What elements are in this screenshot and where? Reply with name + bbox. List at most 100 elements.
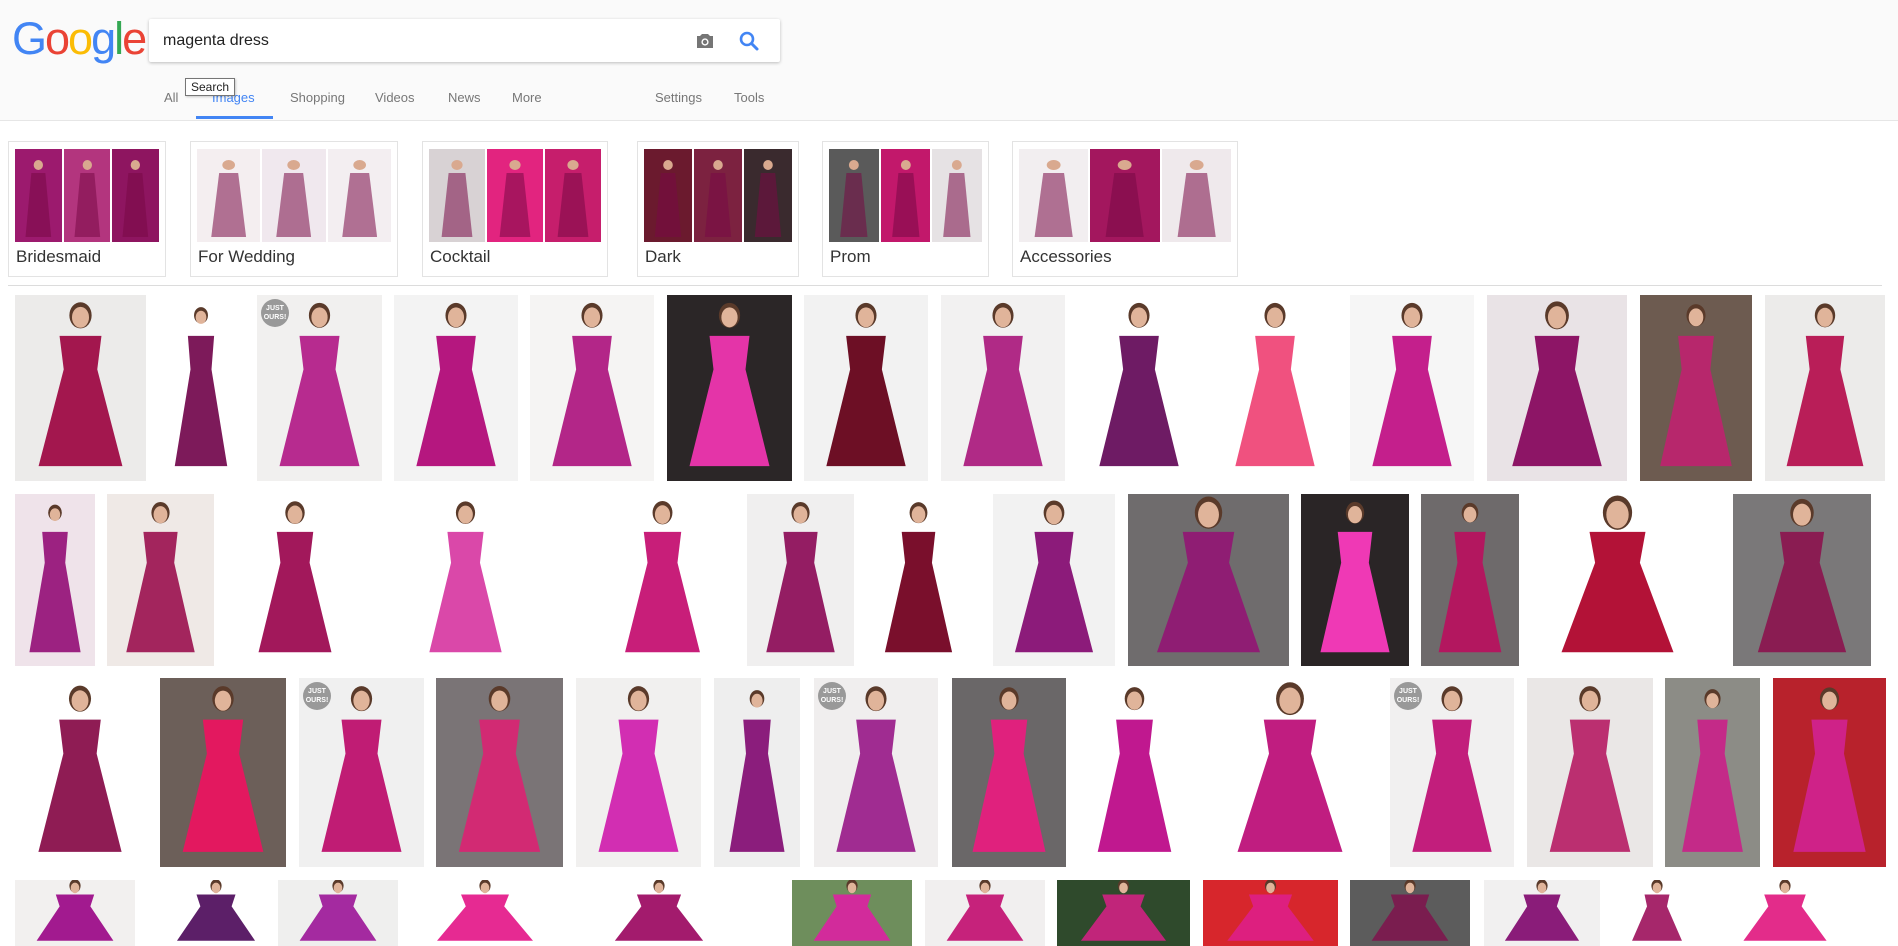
image-result[interactable] [993,494,1115,666]
dress-photo [1786,303,1864,467]
image-result[interactable] [160,295,242,481]
image-result[interactable] [1350,880,1470,946]
image-result[interactable] [238,494,352,666]
image-result[interactable] [1213,295,1337,481]
image-result[interactable]: JUST OURS! [814,678,938,867]
google-logo[interactable]: Google [12,14,147,64]
image-result[interactable]: JUST OURS! [1390,678,1514,867]
image-result[interactable] [107,494,214,666]
dress-shape [963,335,1043,467]
image-result[interactable] [394,295,518,481]
just-ours-badge: JUST OURS! [818,682,846,710]
image-result[interactable] [1208,678,1372,867]
dress-photo [1549,686,1631,852]
image-result[interactable] [714,678,800,867]
chip-thumbnail [327,149,391,242]
tab-videos[interactable]: Videos [375,90,415,105]
dress-photo [1504,880,1580,941]
tab-tools[interactable]: Tools [734,90,764,105]
image-result[interactable] [1057,880,1190,946]
image-result[interactable] [155,880,277,946]
image-result[interactable] [1640,295,1752,481]
related-chip-prom[interactable]: Prom [822,141,989,277]
model-head [458,505,473,524]
image-result[interactable] [952,678,1066,867]
tab-settings[interactable]: Settings [655,90,702,105]
related-chip-for-wedding[interactable]: For Wedding [190,141,398,277]
tab-more[interactable]: More [512,90,542,105]
image-result[interactable] [1720,880,1850,946]
image-result[interactable] [1765,295,1885,481]
image-result[interactable] [1128,494,1289,666]
image-result[interactable] [15,678,145,867]
image-result[interactable] [410,880,560,946]
search-button[interactable] [735,27,763,55]
image-result[interactable] [941,295,1065,481]
chip-thumbnail [487,149,543,242]
search-tabs: All Images Shopping Videos News More Settings T… [0,84,900,120]
image-result[interactable] [1527,678,1653,867]
image-result[interactable] [530,295,654,481]
tab-news[interactable]: News [448,90,481,105]
image-result[interactable] [1421,494,1519,666]
dress-photo [126,501,195,653]
dress-shape [946,894,1024,941]
tab-all[interactable]: All [164,90,178,105]
search-input[interactable] [163,19,683,62]
dress-shape [813,894,891,941]
image-result[interactable] [15,494,95,666]
image-result[interactable] [1665,678,1760,867]
model-head [333,882,343,894]
image-result[interactable]: JUST OURS! [299,678,424,867]
image-result[interactable] [804,295,928,481]
dress-photo [1372,302,1452,467]
image-result[interactable] [1773,678,1886,867]
image-result[interactable] [160,678,286,867]
image-result[interactable] [1301,494,1409,666]
image-result[interactable] [866,494,971,666]
dress-photo [1561,495,1674,653]
related-chip-dark[interactable]: Dark [637,141,799,277]
related-chip-bridesmaid[interactable]: Bridesmaid [8,141,166,277]
dress-photo [437,880,533,941]
related-chip-accessories[interactable]: Accessories [1012,141,1238,277]
image-result[interactable] [15,295,146,481]
image-result[interactable] [604,494,721,666]
image-result[interactable] [436,678,563,867]
image-result[interactable] [1487,295,1627,481]
chip-thumbnails [829,149,982,242]
related-chip-cocktail[interactable]: Cocktail [422,141,608,277]
image-result[interactable] [667,295,792,481]
model-head [793,506,808,524]
image-result[interactable] [1350,295,1474,481]
image-result[interactable] [409,494,522,666]
image-result[interactable] [792,880,912,946]
image-result[interactable]: JUST OURS! [257,295,382,481]
image-result[interactable] [278,880,398,946]
model-head [654,505,671,524]
image-result[interactable] [1077,678,1192,867]
dress-photo [299,880,377,941]
image-result[interactable] [1203,880,1338,946]
dress-shape [416,335,496,467]
dress-photo [1014,500,1094,653]
image-result[interactable] [747,494,854,666]
image-result[interactable] [925,880,1045,946]
image-result[interactable] [1733,494,1871,666]
chip-thumbnail [1161,149,1231,242]
image-result[interactable] [1484,880,1600,946]
image-result[interactable] [590,880,728,946]
image-result[interactable] [1618,880,1696,946]
dress-photo [946,880,1024,941]
image-result[interactable] [15,880,135,946]
dress-shape [176,894,256,941]
dress-shape [258,531,332,653]
model-head [1817,307,1833,327]
image-result[interactable] [1530,494,1705,666]
image-result[interactable] [576,678,701,867]
tab-shopping[interactable]: Shopping [290,90,345,105]
dress-photo [1227,880,1314,941]
camera-icon[interactable] [693,29,717,53]
image-result[interactable] [1077,295,1201,481]
chip-thumbnail [1090,149,1160,242]
